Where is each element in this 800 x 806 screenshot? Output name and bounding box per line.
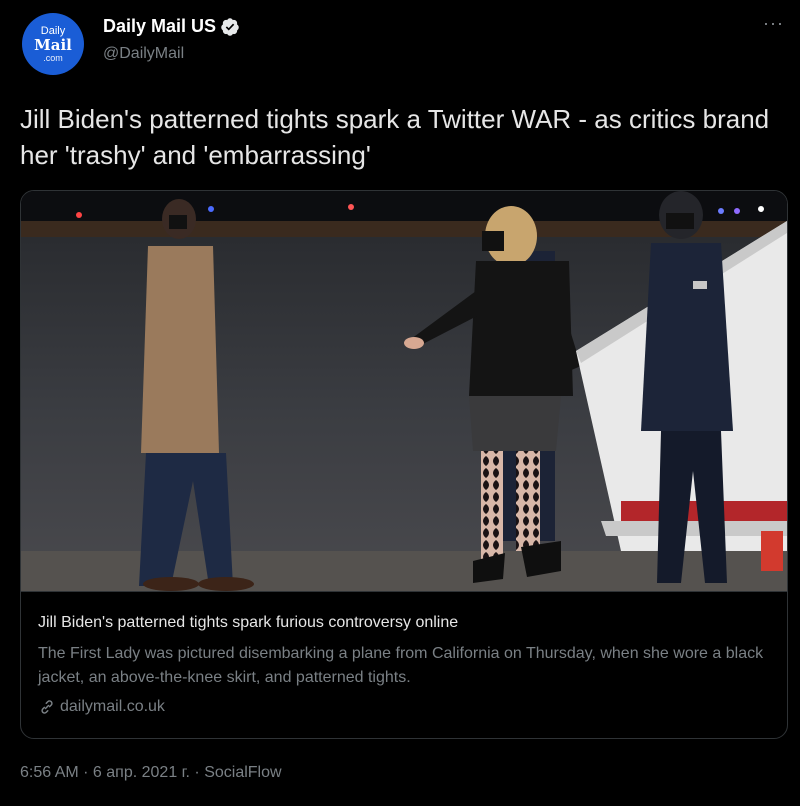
more-options-icon[interactable]: ··· [763,13,784,34]
author-name-row[interactable]: Daily Mail US [103,16,240,37]
avatar-text-com: .com [43,52,63,63]
card-domain: dailymail.co.uk [60,698,165,715]
meta-separator: · [78,764,93,781]
avatar-text-daily: Daily [40,24,66,37]
user-handle[interactable]: @DailyMail [103,45,184,63]
tweet: Daily Mail .com Daily Mail US @DailyMail… [0,0,800,806]
card-description: The First Lady was pictured disembarking… [38,645,764,686]
tweet-date[interactable]: 6 апр. 2021 г. [93,764,190,782]
card-title[interactable]: Jill Biden's patterned tights spark furi… [38,614,458,632]
avatar[interactable]: Daily Mail .com [22,13,84,75]
tweet-text: Jill Biden's patterned tights spark a Tw… [20,104,770,170]
tweet-meta: 6:56 AM · 6 апр. 2021 г. · SocialFlow [20,764,282,782]
card-photo [21,191,787,591]
link-icon [41,700,53,714]
card-domain-row[interactable]: dailymail.co.uk [38,698,165,716]
tweet-time[interactable]: 6:56 AM [20,764,79,782]
meta-separator: · [189,764,205,781]
verified-badge-icon [221,17,239,36]
tweet-source[interactable]: SocialFlow [204,764,281,782]
display-name[interactable]: Daily Mail US [103,16,216,37]
link-card[interactable]: Jill Biden's patterned tights spark furi… [20,190,788,739]
card-body: Jill Biden's patterned tights spark furi… [21,591,787,738]
avatar-text-mail: Mail [34,35,72,54]
